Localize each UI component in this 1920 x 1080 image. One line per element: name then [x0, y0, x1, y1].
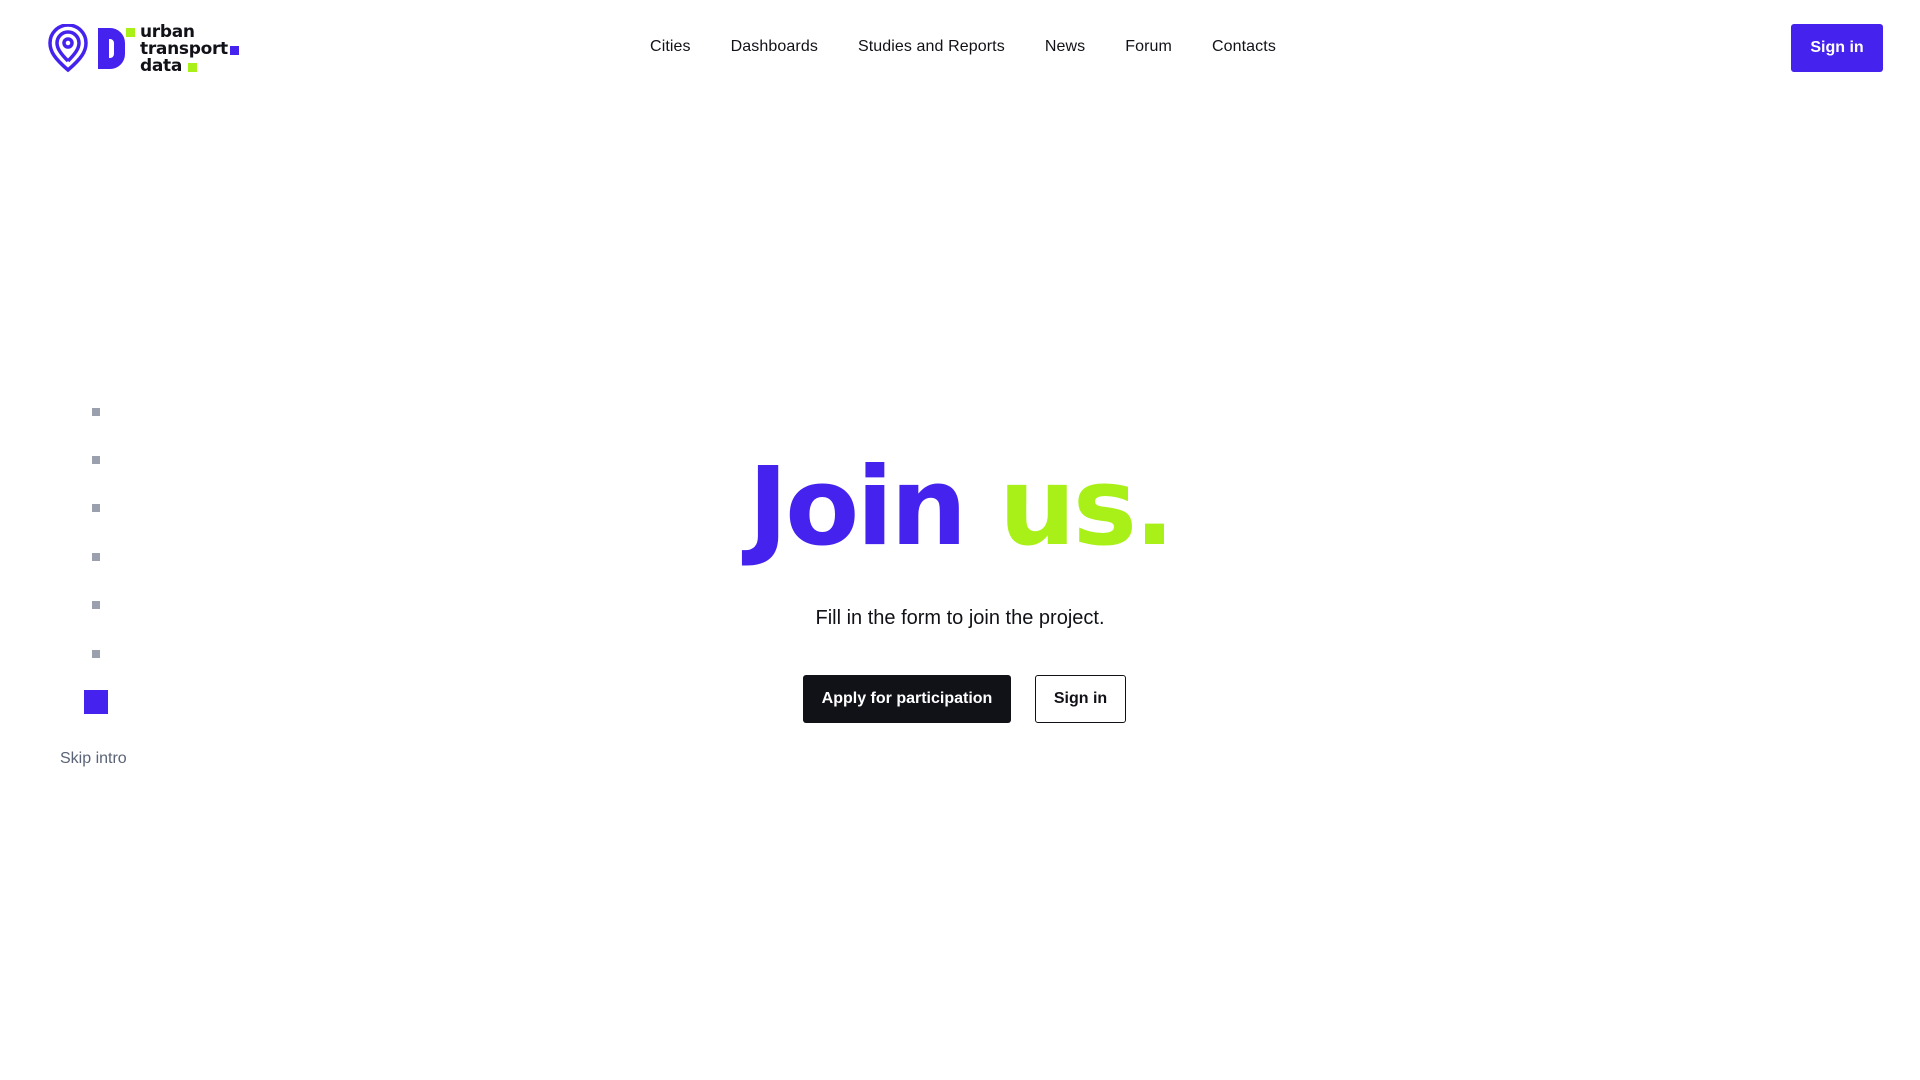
hero-title-us: us. [998, 445, 1175, 570]
intro-step-7-active[interactable] [84, 690, 108, 714]
main-nav: Cities Dashboards Studies and Reports Ne… [0, 0, 1920, 96]
brand-logo[interactable]: urban transport data [48, 24, 248, 76]
apply-for-participation-button[interactable]: Apply for participation [803, 675, 1011, 723]
nav-item-forum[interactable]: Forum [1125, 38, 1172, 56]
nav-item-cities[interactable]: Cities [650, 38, 691, 56]
site-header: urban transport data Cities Dashboards S… [0, 0, 1920, 96]
hero-actions: Apply for participation Sign in [803, 675, 1126, 723]
nav-item-contacts[interactable]: Contacts [1212, 38, 1276, 56]
logo-line-3: data [140, 56, 183, 76]
logo-square-blue [230, 46, 239, 55]
header-sign-in-button[interactable]: Sign in [1791, 24, 1883, 72]
intro-step-1[interactable] [92, 408, 100, 416]
logo-square-green [188, 63, 197, 72]
nav-item-news[interactable]: News [1045, 38, 1085, 56]
logo-accent-square [126, 28, 135, 37]
nav-item-dashboards[interactable]: Dashboards [731, 38, 818, 56]
logo-wordmark: urban transport data [140, 24, 228, 75]
hero-title-join: Join [747, 445, 967, 570]
hero-title: Join us. [0, 448, 1920, 568]
skip-intro-link[interactable]: Skip intro [60, 750, 127, 768]
hero-subtitle: Fill in the form to join the project. [815, 607, 1105, 629]
nav-item-studies-and-reports[interactable]: Studies and Reports [858, 38, 1005, 56]
hero-sign-in-button[interactable]: Sign in [1035, 675, 1126, 723]
intro-step-6[interactable] [92, 650, 100, 658]
